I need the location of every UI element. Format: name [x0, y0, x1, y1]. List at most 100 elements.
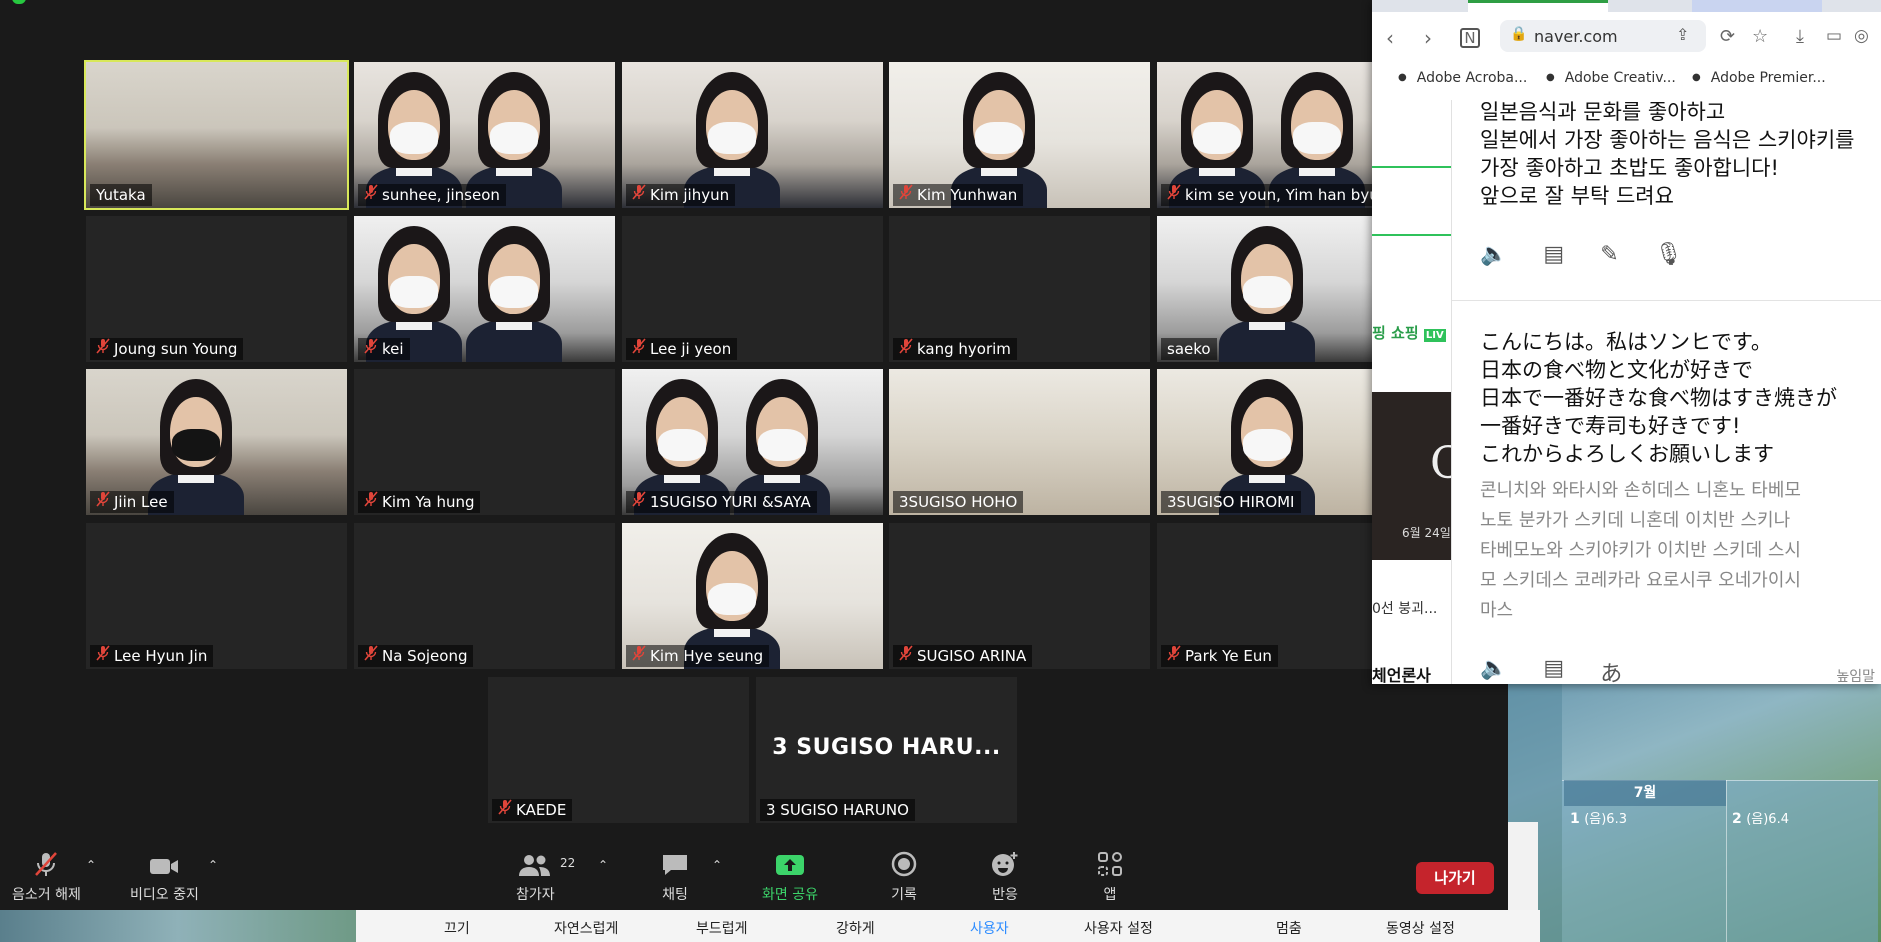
speaker-icon[interactable]: 🔈 — [1480, 656, 1507, 684]
participant-name: kang hyorim — [917, 340, 1011, 358]
caption-option-off[interactable]: 끄기 — [444, 918, 470, 938]
unmute-button[interactable]: 음소거 해제 — [12, 850, 81, 904]
bookmark-item[interactable]: Adobe Creativ... — [1546, 70, 1676, 86]
copy-icon[interactable]: ▤ — [1543, 242, 1564, 267]
naver-n-icon[interactable]: N — [1460, 28, 1480, 48]
microphone-icon[interactable]: 🎙 — [1655, 242, 1683, 267]
caption-settings-bar: 끄기 자연스럽게 부드럽게 강하게 사용자 사용자 설정 멈춤 동영상 설정 — [356, 910, 1540, 942]
participant-tile[interactable]: sunhee, jinseon — [354, 62, 615, 208]
news-section-title[interactable]: 체언론사 — [1372, 662, 1431, 684]
stop-video-button[interactable]: 비디오 중지 — [130, 850, 199, 904]
reactions-button[interactable]: 반응 — [990, 850, 1020, 904]
reaction-smiley-icon — [990, 850, 1020, 878]
caption-option-soft[interactable]: 부드럽게 — [696, 918, 748, 938]
refresh-icon[interactable]: ⟳ — [1720, 26, 1735, 47]
chat-button[interactable]: 채팅 — [660, 850, 690, 904]
participant-tile[interactable]: 1SUGISO YURI &SAYA — [622, 369, 883, 515]
participant-tile[interactable]: kei — [354, 216, 615, 362]
participant-tile[interactable]: Na Sojeong — [354, 523, 615, 669]
copy-icon[interactable]: ▤ — [1543, 656, 1564, 684]
record-button[interactable]: 기록 — [890, 850, 918, 904]
participant-name-label: 3 SUGISO HARUNO — [760, 799, 915, 821]
bookmark-item[interactable]: Adobe Acroba... — [1398, 70, 1528, 86]
forward-arrow-icon[interactable]: › — [1424, 26, 1432, 50]
participant-name: Park Ye Eun — [1185, 647, 1272, 665]
participant-tile[interactable]: SUGISO ARINA — [889, 523, 1150, 669]
handwriting-icon[interactable]: ✎ — [1600, 242, 1618, 267]
participant-tile[interactable]: Kim jihyun — [622, 62, 883, 208]
news-headline[interactable]: 0선 붕괴... — [1372, 598, 1437, 618]
participants-count: 22 — [560, 856, 576, 870]
bookmark-item[interactable]: Adobe Premier... — [1692, 70, 1826, 86]
participant-tile[interactable]: Joung sun Young — [86, 216, 347, 362]
page-share-icon[interactable]: ⇪ — [1676, 25, 1689, 44]
participant-name: Lee Hyun Jin — [114, 647, 208, 665]
video-options-chevron-icon[interactable]: ⌃ — [208, 858, 218, 872]
participant-tile[interactable]: Lee ji yeon — [622, 216, 883, 362]
favorites-star-icon[interactable]: ☆ — [1752, 26, 1768, 47]
participant-tile[interactable]: Yutaka — [84, 60, 349, 210]
naver-page-background: 핑 쇼핑 LIV C 6월 24일 0선 붕괴... 체언론사 — [1372, 100, 1464, 684]
participants-options-chevron-icon[interactable]: ⌃ — [598, 858, 608, 872]
participant-tile[interactable]: Jiin Lee — [86, 369, 347, 515]
pronunciation-line: 마스 — [1480, 600, 1514, 621]
mic-muted-icon — [632, 184, 646, 206]
participant-name: SUGISO ARINA — [917, 647, 1027, 665]
caption-option-natural[interactable]: 자연스럽게 — [554, 918, 618, 938]
capture-icon[interactable]: ▭ — [1826, 26, 1842, 46]
participant-tile[interactable]: KAEDE — [488, 677, 749, 823]
shopping-link[interactable]: 핑 쇼핑 LIV — [1372, 322, 1446, 343]
participant-name-label: kim se youn, Yim han byul — [1161, 184, 1389, 206]
address-bar[interactable]: 🔒 naver.com ⇪ — [1500, 20, 1706, 52]
participants-button[interactable]: 참가자 — [516, 850, 555, 904]
address-url: naver.com — [1534, 27, 1618, 46]
participant-tile[interactable]: Kim Ya hung — [354, 369, 615, 515]
participant-name: Kim jihyun — [650, 186, 730, 204]
chat-options-chevron-icon[interactable]: ⌃ — [712, 858, 722, 872]
apps-label: 앱 — [1103, 887, 1117, 903]
browser-tab-active[interactable] — [1468, 0, 1608, 12]
mic-muted-icon — [899, 338, 913, 360]
participant-tile[interactable]: Lee Hyun Jin — [86, 523, 347, 669]
participant-tile[interactable]: kang hyorim — [889, 216, 1150, 362]
browser-tab[interactable] — [1692, 0, 1822, 12]
participant-name-label: Na Sojeong — [358, 645, 474, 667]
participant-name-label: Yutaka — [90, 184, 152, 206]
caption-option-video-settings[interactable]: 동영상 설정 — [1386, 918, 1455, 938]
participant-tile[interactable]: Kim Yunhwan — [889, 62, 1150, 208]
caption-option-strong[interactable]: 강하게 — [836, 918, 875, 938]
banner-ad[interactable]: C 6월 24일 — [1372, 392, 1464, 560]
honorific-toggle[interactable]: 높임말 — [1836, 666, 1875, 684]
participant-name-label: Joung sun Young — [90, 338, 244, 360]
caption-option-custom[interactable]: 사용자 설정 — [1084, 918, 1153, 938]
participant-name-label: Jiin Lee — [90, 491, 174, 513]
participant-name: KAEDE — [516, 801, 567, 819]
audio-options-chevron-icon[interactable]: ⌃ — [86, 858, 96, 872]
calendar-divider — [1726, 780, 1727, 942]
bookmarks-bar: Adobe Acroba... Adobe Creativ... Adobe P… — [1372, 64, 1881, 94]
participant-tile[interactable]: Kim Hye seung — [622, 523, 883, 669]
participant-name-label: Park Ye Eun — [1161, 645, 1278, 667]
share-screen-button[interactable]: 화면 공유 — [762, 850, 818, 904]
hiragana-icon[interactable]: あ — [1600, 656, 1622, 684]
translated-line: 日本の食べ物と文化が好きで — [1480, 358, 1753, 382]
back-arrow-icon[interactable]: ‹ — [1386, 26, 1394, 50]
caption-option-user[interactable]: 사용자 — [970, 918, 1009, 938]
download-icon[interactable]: ⤓ — [1796, 26, 1804, 47]
participant-name: Kim Ya hung — [382, 493, 475, 511]
mic-muted-icon — [1167, 184, 1181, 206]
participant-tile[interactable]: 3 SUGISO HARU... 3 SUGISO HARUNO — [756, 677, 1017, 823]
speaker-icon[interactable]: 🔈 — [1480, 242, 1507, 267]
participant-name: Yutaka — [96, 186, 146, 204]
lock-icon: 🔒 — [1510, 26, 1528, 42]
participant-name-label: Kim Hye seung — [626, 645, 770, 667]
participant-name: 1SUGISO YURI &SAYA — [650, 493, 811, 511]
participant-name-label: SUGISO ARINA — [893, 645, 1033, 667]
leave-meeting-button[interactable]: 나가기 — [1416, 862, 1494, 894]
participant-tile[interactable]: 3SUGISO HOHO — [889, 369, 1150, 515]
apps-button[interactable]: 앱 — [1096, 850, 1124, 904]
screenshot-icon[interactable]: ◎ — [1854, 26, 1869, 46]
record-icon — [890, 850, 918, 878]
caption-option-pause[interactable]: 멈춤 — [1276, 918, 1302, 938]
security-shield-icon[interactable] — [12, 0, 26, 4]
